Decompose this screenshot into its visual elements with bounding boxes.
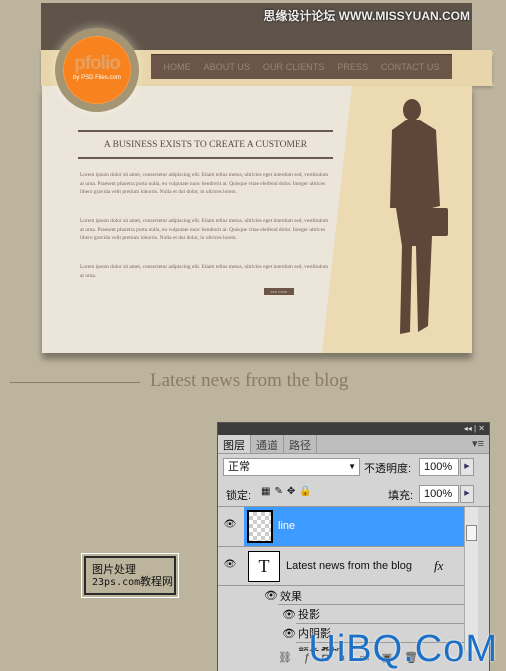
panel-menu-icon[interactable]: ▾≡ xyxy=(467,435,489,453)
collapse-icon[interactable]: ◂◂ xyxy=(464,424,472,433)
fill-arrow-icon[interactable]: ▶ xyxy=(460,485,474,503)
see-more-button[interactable]: see more xyxy=(264,288,294,295)
blog-line xyxy=(10,382,140,383)
watermark-top: 思缘设计论坛 WWW.MISSYUAN.COM xyxy=(263,9,470,23)
logo[interactable]: pfolio by PSD Files.com xyxy=(55,28,139,112)
nav-home[interactable]: HOME xyxy=(163,62,190,72)
eye-icon[interactable]: 👁 xyxy=(222,559,238,573)
opacity-input[interactable]: 100% xyxy=(419,458,459,476)
lock-label: 锁定: xyxy=(226,490,252,502)
lock-icons[interactable]: ▦✎✥🔒 xyxy=(261,486,316,497)
layer-row-text[interactable]: 👁 T Latest news from the blog fx xyxy=(218,547,464,586)
stamp-line: 23ps.com xyxy=(92,577,141,588)
paragraph: Lorem ipsum dolor sit amet, consectetur … xyxy=(80,264,329,279)
man-illustration xyxy=(390,99,448,334)
nav-bar: HOME ABOUT US OUR CLIENTS PRESS CONTACT … xyxy=(151,54,452,79)
divider xyxy=(78,130,333,132)
blog-title: Latest news from the blog xyxy=(150,370,349,391)
layer-name: Latest news from the blog xyxy=(286,560,412,572)
eye-icon[interactable]: 👁 xyxy=(264,589,278,602)
eye-icon[interactable]: 👁 xyxy=(282,627,296,640)
tab-paths[interactable]: 路径 xyxy=(284,435,317,453)
nav-about[interactable]: ABOUT US xyxy=(203,62,250,72)
nav-press[interactable]: PRESS xyxy=(337,62,368,72)
nav-clients[interactable]: OUR CLIENTS xyxy=(263,62,325,72)
divider xyxy=(78,157,333,159)
stamp-line: 图片处理 xyxy=(92,564,136,576)
effects-label: 效果 xyxy=(280,591,302,603)
paragraph: Lorem ipsum dolor sit amet, consectetur … xyxy=(80,218,329,242)
stamp-logo: 图片处理 23ps.com 教程网 xyxy=(81,553,179,598)
layer-name: line xyxy=(278,520,296,532)
blend-mode-value: 正常 xyxy=(228,461,250,473)
logo-tagline: by PSD Files.com xyxy=(73,75,121,81)
close-icon[interactable]: ✕ xyxy=(478,424,485,433)
chevron-down-icon: ▼ xyxy=(348,462,356,471)
eye-icon[interactable]: 👁 xyxy=(282,608,296,621)
watermark-bottom: UiBQ.CoM xyxy=(308,628,498,670)
fx-icon[interactable]: fx xyxy=(434,558,443,574)
panel-titlebar: ◂◂ | ✕ xyxy=(218,423,489,435)
headline: A BUSINESS EXISTS TO CREATE A CUSTOMER xyxy=(103,140,308,150)
fill-input[interactable]: 100% xyxy=(419,485,459,503)
panel-tabs: 图层 通道 路径 ▾≡ xyxy=(218,435,489,454)
layer-row-line[interactable]: 👁 line xyxy=(218,507,464,547)
logo-text: pfolio xyxy=(74,53,121,74)
effect-drop-shadow[interactable]: 投影 xyxy=(298,606,320,622)
tab-channels[interactable]: 通道 xyxy=(251,435,284,453)
stamp-line: 教程网 xyxy=(140,576,173,588)
tab-layers[interactable]: 图层 xyxy=(218,435,251,453)
eye-icon[interactable]: 👁 xyxy=(222,519,238,533)
text-layer-thumbnail: T xyxy=(248,551,280,582)
fill-label: 填充: xyxy=(388,490,414,502)
paragraph: Lorem ipsum dolor sit amet, consectetur … xyxy=(80,172,329,196)
opacity-label: 不透明度: xyxy=(364,463,412,475)
nav-contact[interactable]: CONTACT US xyxy=(381,62,440,72)
blend-mode-select[interactable]: 正常 ▼ xyxy=(223,458,360,476)
layer-thumbnail xyxy=(247,510,273,543)
opacity-arrow-icon[interactable]: ▶ xyxy=(460,458,474,476)
